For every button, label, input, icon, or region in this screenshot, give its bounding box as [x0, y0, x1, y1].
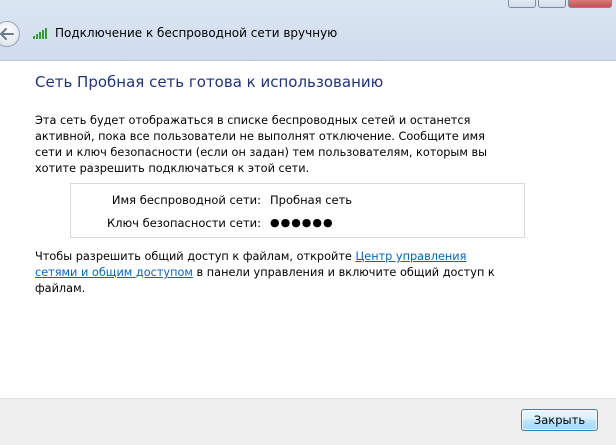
wireless-signal-icon: [33, 28, 47, 39]
network-name-value: Пробная сеть: [270, 193, 353, 207]
back-button[interactable]: [0, 21, 20, 47]
minimize-button[interactable]: [508, 0, 536, 8]
network-name-label: Имя беспроводной сети:: [111, 193, 261, 207]
security-key-label: Ключ безопасности сети:: [106, 216, 261, 230]
wireless-wizard-window: Подключение к беспроводной сети вручную …: [0, 0, 616, 445]
wizard-title: Подключение к беспроводной сети вручную: [55, 26, 338, 40]
window-close-button[interactable]: [568, 0, 612, 8]
network-details-box: Имя беспроводной сети: Пробная сеть Ключ…: [70, 183, 525, 238]
maximize-button[interactable]: [538, 0, 566, 8]
footer-bar: Закрыть: [0, 399, 616, 445]
network-name-row: Имя беспроводной сети: Пробная сеть: [71, 191, 526, 209]
page-heading: Сеть Пробная сеть готова к использованию: [35, 73, 384, 91]
file-sharing-text-before: Чтобы разрешить общий доступ к файлам, о…: [35, 250, 356, 263]
caption-buttons: [508, 0, 612, 8]
back-arrow-icon: [0, 28, 14, 40]
security-key-value: ●●●●●●: [270, 216, 334, 229]
title-bar: Подключение к беспроводной сети вручную: [0, 0, 616, 60]
description-text: Эта сеть будет отображаться в списке бес…: [35, 114, 488, 175]
file-sharing-text: Чтобы разрешить общий доступ к файлам, о…: [35, 249, 505, 297]
security-key-row: Ключ безопасности сети: ●●●●●●: [71, 214, 526, 232]
close-button[interactable]: Закрыть: [521, 409, 598, 431]
content-panel: Сеть Пробная сеть готова к использованию…: [0, 60, 616, 399]
